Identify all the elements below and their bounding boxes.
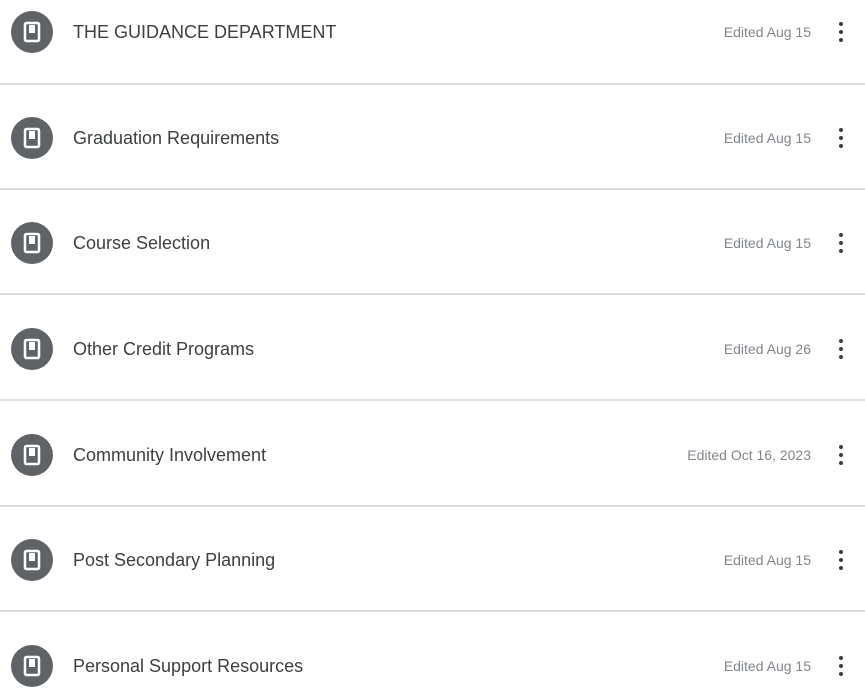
more-vert-icon[interactable] bbox=[828, 16, 854, 48]
edited-date: Edited Aug 15 bbox=[723, 658, 811, 674]
edited-date: Edited Aug 15 bbox=[723, 24, 811, 40]
row-divider bbox=[0, 293, 865, 295]
more-vert-icon[interactable] bbox=[828, 650, 854, 682]
page-row[interactable]: Personal Support Resources Edited Aug 15 bbox=[0, 613, 865, 693]
row-divider bbox=[0, 610, 865, 612]
page-row[interactable]: Graduation Requirements Edited Aug 15 bbox=[0, 85, 865, 190]
page-row[interactable]: THE GUIDANCE DEPARTMENT Edited Aug 15 bbox=[0, 0, 865, 85]
page-row[interactable]: Community Involvement Edited Oct 16, 202… bbox=[0, 402, 865, 507]
row-divider bbox=[0, 399, 865, 401]
edited-date: Edited Aug 15 bbox=[723, 552, 811, 568]
page-list: THE GUIDANCE DEPARTMENT Edited Aug 15 Gr… bbox=[0, 0, 865, 693]
edited-date: Edited Aug 15 bbox=[723, 235, 811, 251]
page-title[interactable]: Personal Support Resources bbox=[73, 655, 303, 677]
page-icon bbox=[11, 328, 53, 370]
page-title[interactable]: Other Credit Programs bbox=[73, 338, 254, 360]
more-vert-icon[interactable] bbox=[828, 333, 854, 365]
edited-date: Edited Oct 16, 2023 bbox=[687, 447, 811, 463]
more-vert-icon[interactable] bbox=[828, 544, 854, 576]
page-icon bbox=[11, 434, 53, 476]
edited-date: Edited Aug 26 bbox=[723, 341, 811, 357]
page-row[interactable]: Post Secondary Planning Edited Aug 15 bbox=[0, 507, 865, 612]
page-title[interactable]: Graduation Requirements bbox=[73, 127, 279, 149]
more-vert-icon[interactable] bbox=[828, 439, 854, 471]
more-vert-icon[interactable] bbox=[828, 227, 854, 259]
page-icon bbox=[11, 645, 53, 687]
page-title[interactable]: Post Secondary Planning bbox=[73, 549, 275, 571]
edited-date: Edited Aug 15 bbox=[723, 130, 811, 146]
page-icon bbox=[11, 117, 53, 159]
page-icon bbox=[11, 222, 53, 264]
more-vert-icon[interactable] bbox=[828, 122, 854, 154]
page-title[interactable]: THE GUIDANCE DEPARTMENT bbox=[73, 21, 336, 43]
page-title[interactable]: Community Involvement bbox=[73, 444, 266, 466]
page-row[interactable]: Course Selection Edited Aug 15 bbox=[0, 190, 865, 295]
page-icon bbox=[11, 11, 53, 53]
page-title[interactable]: Course Selection bbox=[73, 232, 210, 254]
page-row[interactable]: Other Credit Programs Edited Aug 26 bbox=[0, 296, 865, 401]
page-icon bbox=[11, 539, 53, 581]
